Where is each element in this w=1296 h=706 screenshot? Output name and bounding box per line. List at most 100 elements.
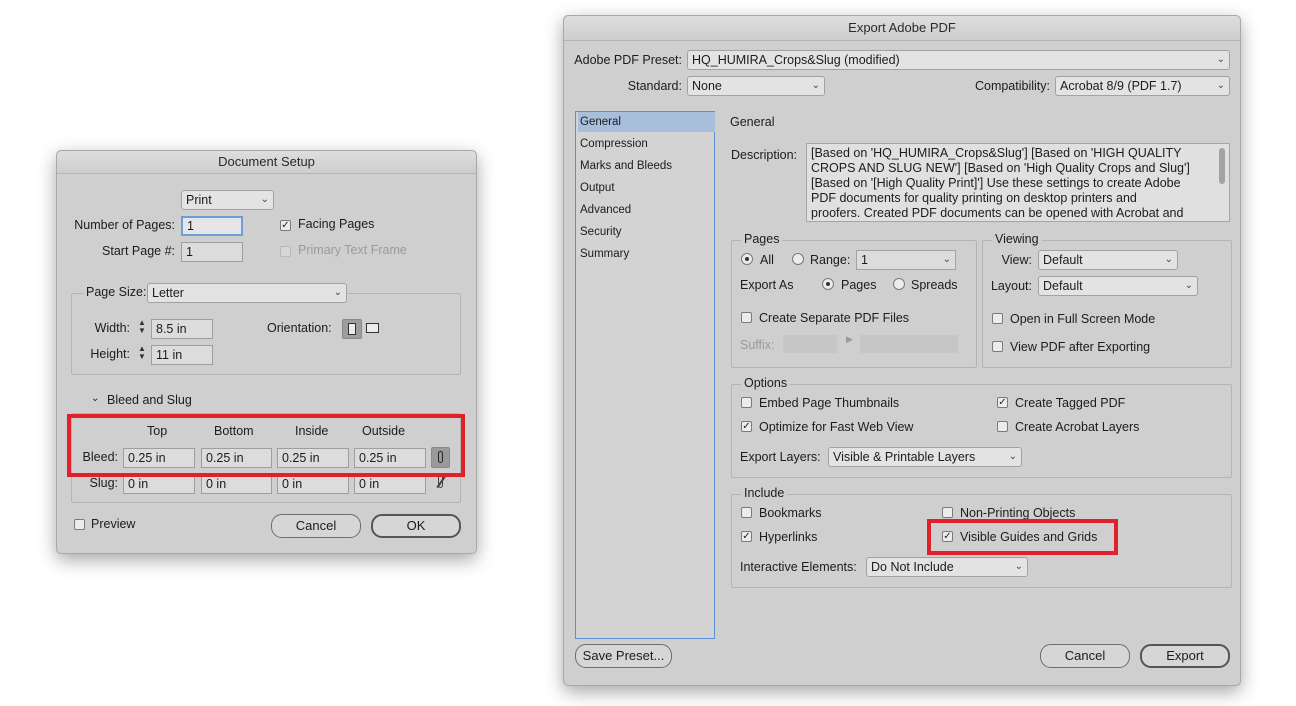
guides-highlight-box (927, 519, 1118, 555)
standard-select[interactable]: None ⌄ (687, 76, 825, 96)
facing-pages-checkbox[interactable]: ✓ (280, 220, 291, 231)
optimize-web-label: Optimize for Fast Web View (759, 420, 914, 434)
chevron-down-icon: ⌄ (1216, 54, 1225, 65)
chevron-down-icon: ⌄ (1164, 254, 1173, 265)
non-printing-label: Non-Printing Objects (960, 506, 1076, 520)
suffix-token-input[interactable] (860, 335, 958, 353)
layout-value: Default (1043, 279, 1083, 293)
layout-label: Layout: (990, 279, 1032, 293)
sidebar-item-general[interactable]: General (578, 112, 715, 132)
primary-text-frame-checkbox[interactable] (280, 246, 291, 257)
dialog-title: Export Adobe PDF (564, 16, 1240, 41)
portrait-icon[interactable] (342, 319, 362, 339)
interactive-elements-select[interactable]: Do Not Include ⌄ (866, 557, 1028, 577)
cancel-button[interactable]: Cancel (1040, 644, 1130, 668)
sidebar-item-security[interactable]: Security (578, 222, 715, 242)
slug-bottom-input[interactable]: 0 in (201, 474, 272, 494)
width-input[interactable]: 8.5 in (151, 319, 213, 339)
sidebar-item-compression[interactable]: Compression (578, 134, 715, 154)
bleed-slug-heading: Bleed and Slug (107, 393, 192, 407)
cancel-button[interactable]: Cancel (271, 514, 361, 538)
bookmarks-checkbox[interactable] (741, 507, 752, 518)
pages-option-label: Pages (841, 278, 877, 292)
slug-inside-input[interactable]: 0 in (277, 474, 349, 494)
preview-checkbox[interactable] (74, 519, 85, 530)
primary-text-frame-label: Primary Text Frame (298, 243, 407, 257)
preview-label: Preview (91, 517, 136, 531)
chevron-down-icon: ⌄ (1184, 280, 1193, 291)
intent-select[interactable]: Print ⌄ (181, 190, 274, 210)
chevron-down-icon[interactable]: ⌄ (91, 393, 99, 404)
sidebar-item-output[interactable]: Output (578, 178, 715, 198)
description-line: [Based on 'HQ_HUMIRA_Crops&Slug'] [Based… (811, 146, 1182, 160)
tagged-pdf-checkbox[interactable]: ✓ (997, 397, 1008, 408)
view-label: View: (1001, 253, 1032, 267)
pages-radio[interactable] (822, 278, 834, 290)
export-pdf-dialog: Export Adobe PDF Adobe PDF Preset: HQ_HU… (563, 15, 1241, 686)
create-separate-label: Create Separate PDF Files (759, 311, 910, 325)
compatibility-select[interactable]: Acrobat 8/9 (PDF 1.7) ⌄ (1055, 76, 1230, 96)
full-screen-label: Open in Full Screen Mode (1010, 312, 1156, 326)
create-separate-checkbox[interactable] (741, 312, 752, 323)
compatibility-value: Acrobat 8/9 (PDF 1.7) (1060, 79, 1182, 93)
viewing-title: Viewing (992, 232, 1042, 246)
view-value: Default (1043, 253, 1083, 267)
facing-pages-label: Facing Pages (298, 217, 375, 231)
hyperlinks-label: Hyperlinks (759, 530, 818, 544)
acrobat-layers-checkbox[interactable] (997, 421, 1008, 432)
preset-value: HQ_HUMIRA_Crops&Slug (modified) (692, 53, 900, 67)
description-line: CROPS AND SLUG NEW'] [Based on 'High Qua… (811, 161, 1190, 175)
preset-select[interactable]: HQ_HUMIRA_Crops&Slug (modified) ⌄ (687, 50, 1230, 70)
dialog-title: Document Setup (57, 151, 476, 174)
description-scrollbar[interactable] (1219, 148, 1225, 184)
height-stepper[interactable]: ▲ ▼ (136, 345, 148, 363)
all-radio[interactable] (741, 253, 753, 265)
layout-select[interactable]: Default ⌄ (1038, 276, 1198, 296)
view-select[interactable]: Default ⌄ (1038, 250, 1178, 270)
hyperlinks-checkbox[interactable]: ✓ (741, 531, 752, 542)
orientation-label: Orientation: (267, 321, 332, 335)
start-page-label: Start Page #: (102, 244, 175, 258)
export-layers-label: Export Layers: (740, 450, 821, 464)
description-textarea[interactable]: [Based on 'HQ_HUMIRA_Crops&Slug'] [Based… (806, 143, 1230, 222)
caret-right-icon: ▶ (846, 334, 853, 344)
view-after-checkbox[interactable] (992, 341, 1003, 352)
save-preset-button[interactable]: Save Preset... (575, 644, 672, 668)
export-button[interactable]: Export (1140, 644, 1230, 668)
slug-outside-input[interactable]: 0 in (354, 474, 426, 494)
slug-top-input[interactable]: 0 in (123, 474, 195, 494)
acrobat-layers-label: Create Acrobat Layers (1015, 420, 1140, 434)
slug-label: Slug: (89, 476, 119, 490)
ok-button[interactable]: OK (371, 514, 461, 538)
embed-thumbs-checkbox[interactable] (741, 397, 752, 408)
non-printing-checkbox[interactable] (942, 507, 953, 518)
intent-value: Print (186, 193, 212, 207)
range-combobox[interactable]: 1 ⌄ (856, 250, 956, 270)
sidebar-item-marks-and-bleeds[interactable]: Marks and Bleeds (578, 156, 715, 176)
range-value: 1 (861, 253, 868, 267)
interactive-elements-value: Do Not Include (871, 560, 954, 574)
num-pages-input[interactable]: 1 (181, 216, 243, 236)
sidebar-item-advanced[interactable]: Advanced (578, 200, 715, 220)
suffix-input[interactable] (783, 335, 837, 353)
height-input[interactable]: 11 in (151, 345, 213, 365)
full-screen-checkbox[interactable] (992, 313, 1003, 324)
landscape-icon[interactable] (366, 323, 380, 334)
chevron-down-icon: ⌄ (333, 287, 342, 298)
broken-link-icon[interactable] (435, 475, 447, 491)
chevron-down-icon: ⌄ (1216, 80, 1225, 91)
range-label: Range: (810, 253, 851, 267)
start-page-input[interactable]: 1 (181, 242, 243, 262)
range-radio[interactable] (792, 253, 804, 265)
description-line: [Based on '[High Quality Print]'] Use th… (811, 176, 1181, 190)
pages-title: Pages (741, 232, 783, 246)
page-size-select[interactable]: Letter ⌄ (147, 283, 347, 303)
width-stepper[interactable]: ▲ ▼ (136, 319, 148, 337)
sidebar-item-summary[interactable]: Summary (578, 244, 715, 264)
export-layers-select[interactable]: Visible & Printable Layers ⌄ (828, 447, 1022, 467)
tagged-pdf-label: Create Tagged PDF (1015, 396, 1126, 410)
all-label: All (760, 253, 774, 267)
spreads-radio[interactable] (893, 278, 905, 290)
optimize-web-checkbox[interactable]: ✓ (741, 421, 752, 432)
num-pages-label: Number of Pages: (74, 218, 175, 232)
